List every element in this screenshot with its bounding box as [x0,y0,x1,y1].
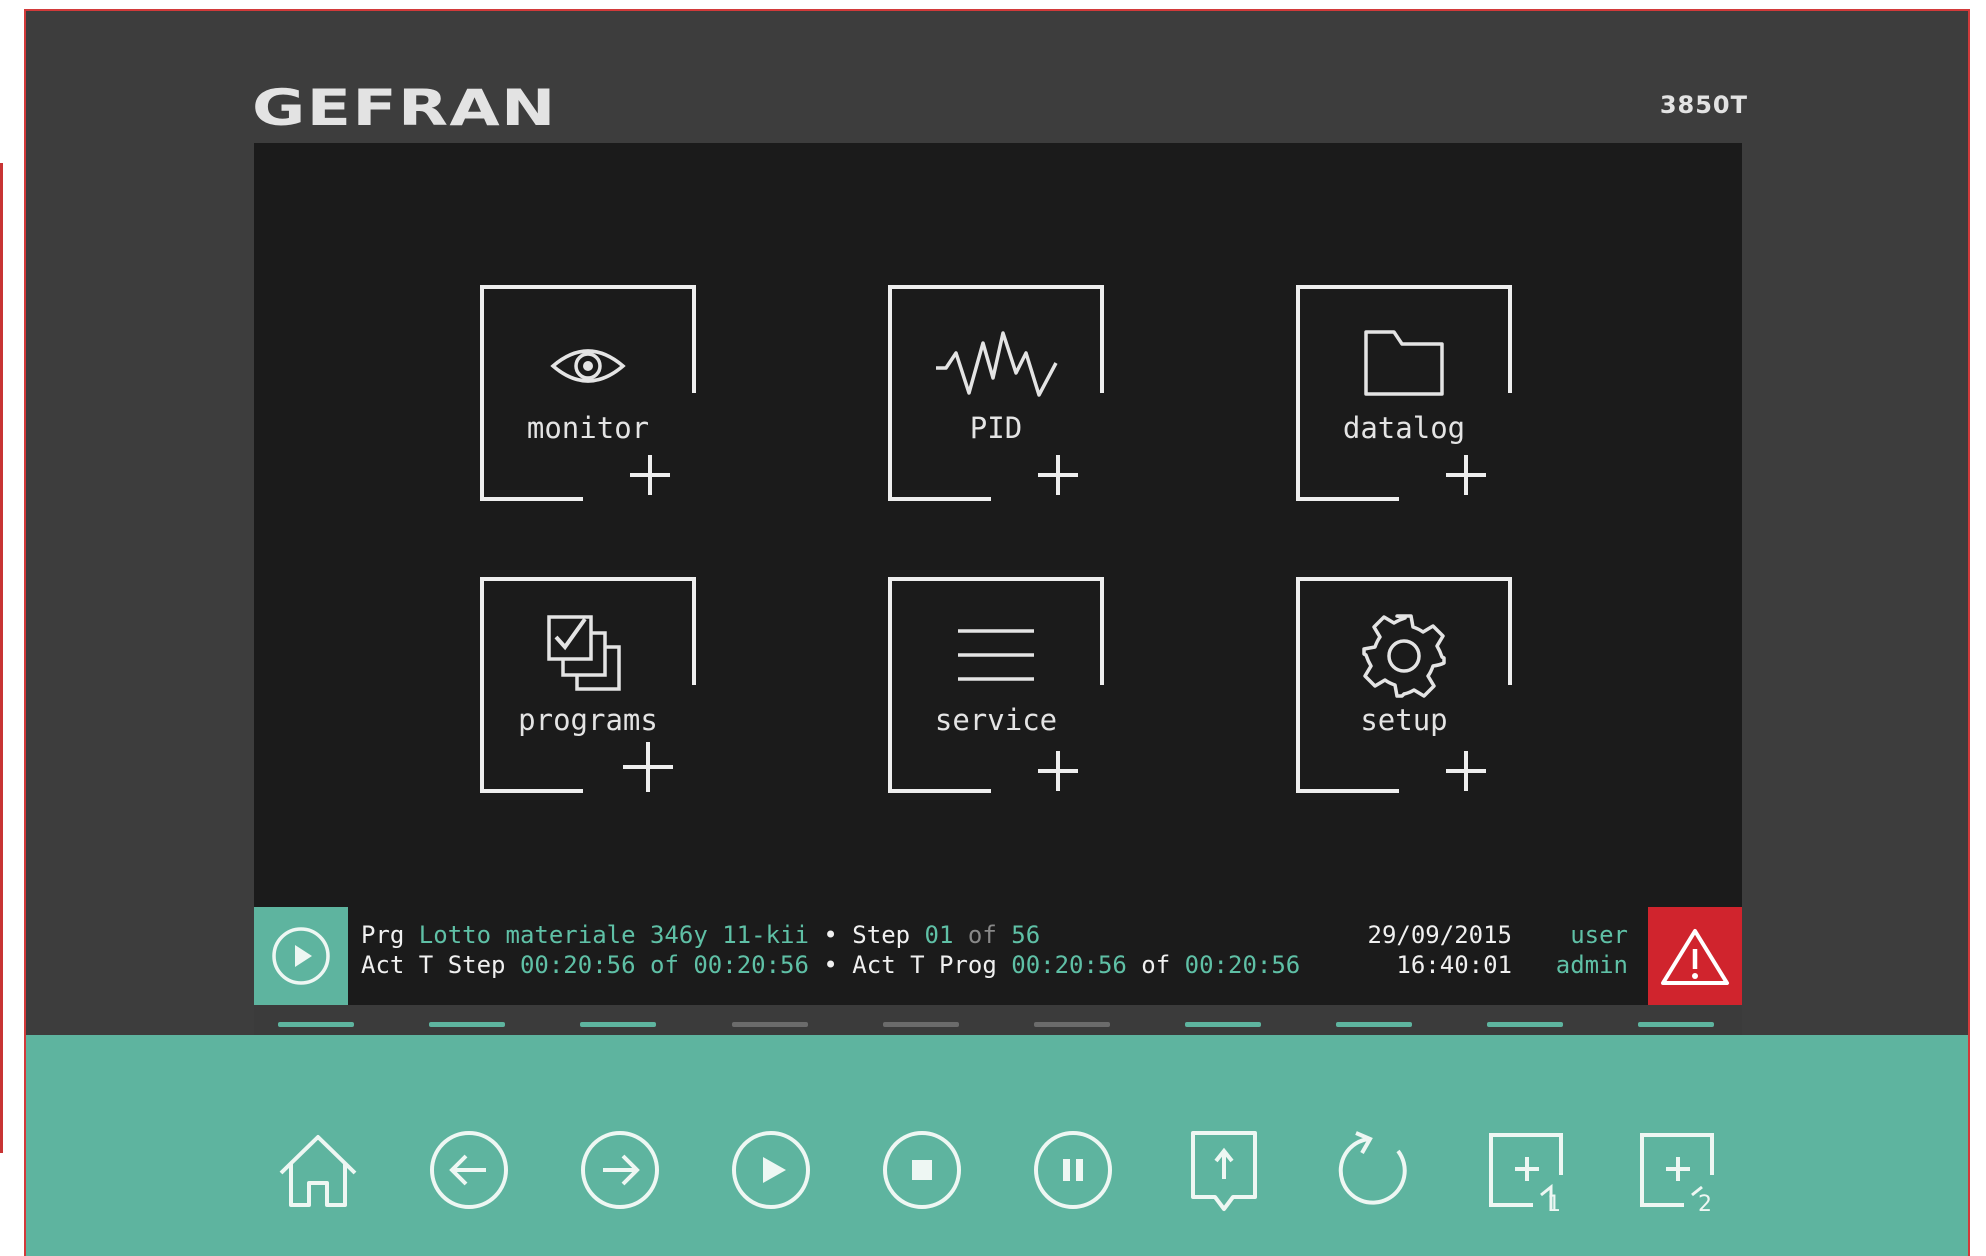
home-button[interactable] [268,1120,368,1220]
step-time-total: 00:20:56 [693,951,809,979]
tile-frame [888,577,1104,793]
step-label: Step [852,921,925,949]
add-index-2: 2 [1698,1192,1712,1215]
checked-stack-icon [547,615,621,691]
program-run-button[interactable] [254,907,348,1005]
add-1-button[interactable]: 1 [1476,1120,1576,1220]
side-rule [0,163,3,1153]
user-name: admin [1555,951,1628,979]
indicator-dash [1185,1022,1261,1027]
indicator-dash [1487,1022,1563,1027]
play-icon [732,1131,810,1209]
tile-label: setup [1360,703,1448,737]
user-label: user [1570,921,1628,949]
device-frame: GEFRAN 3850T monitor PID datalog program… [24,9,1970,1256]
tile-label: service [934,703,1058,737]
warning-icon [1661,929,1729,985]
step-time: 00:20:56 [519,951,636,979]
gear-icon [1362,614,1446,698]
pause-button[interactable] [1023,1120,1123,1220]
tile-datalog[interactable]: datalog [1294,283,1514,503]
indicator-dash [883,1022,959,1027]
time-text: 16:40:01 [1396,951,1512,979]
tile-programs[interactable]: programs [478,575,698,795]
tile-frame [480,285,696,501]
program-name: Lotto materiale 346y 11-kii [418,921,809,949]
brand-logo: GEFRAN [252,79,557,137]
back-arrow-icon [430,1131,508,1209]
forward-button[interactable] [570,1120,670,1220]
forward-arrow-icon [581,1131,659,1209]
stop-icon [883,1131,961,1209]
status-bar: Prg Lotto materiale 346y 11-kii • Step 0… [254,907,1742,1005]
restart-button[interactable] [1325,1120,1425,1220]
home-icon [279,1135,357,1207]
step-value: 01 [924,921,954,949]
step-total: 56 [1011,921,1041,949]
add-2-button[interactable]: 2 [1627,1120,1727,1220]
indicator-dash [732,1022,808,1027]
tile-label: monitor [526,411,650,445]
separator: • [808,921,853,949]
tile-service[interactable]: service [886,575,1106,795]
add-2-icon: 2 [1640,1133,1714,1215]
indicator-dash [1336,1022,1412,1027]
tile-label: PID [969,411,1023,445]
act-step-label: Act T Step [361,951,520,979]
tile-label: datalog [1342,411,1466,445]
restart-icon [1338,1131,1407,1205]
indicator-dash [1034,1022,1110,1027]
indicator-dash [278,1022,354,1027]
time-line: Act T Step 00:20:56 of 00:20:56 • Act T … [361,951,1300,979]
prog-time-total: 00:20:56 [1184,951,1301,979]
tile-label: programs [518,703,658,737]
tile-setup[interactable]: setup [1294,575,1514,795]
of-label: of [1126,951,1185,979]
model-label: 3850T [1659,91,1748,119]
folder-icon [1364,330,1444,396]
of-label: of [635,951,694,979]
of-label: of [953,921,1012,949]
play-circle-icon [272,927,330,985]
indicator-dash [580,1022,656,1027]
act-prog-label: Act T Prog [852,951,1012,979]
upload-icon [1191,1131,1257,1211]
indicator-dash [429,1022,505,1027]
list-lines-icon [958,629,1034,681]
prog-time: 00:20:56 [1011,951,1127,979]
add-index-1: 1 [1547,1192,1561,1215]
display-screen: monitor PID datalog programs service set… [254,143,1742,1045]
date-text: 29/09/2015 [1367,921,1513,949]
pause-icon [1034,1131,1112,1209]
tile-monitor[interactable]: monitor [478,283,698,503]
stop-button[interactable] [872,1120,972,1220]
back-button[interactable] [419,1120,519,1220]
play-button[interactable] [721,1120,821,1220]
eye-icon [550,349,626,383]
program-line: Prg Lotto materiale 346y 11-kii • Step 0… [361,921,1040,949]
upload-button[interactable] [1174,1120,1274,1220]
tile-pid[interactable]: PID [886,283,1106,503]
separator: • [808,951,853,979]
pulse-wave-icon [936,331,1058,397]
prg-label: Prg [361,921,419,949]
indicator-dash [1638,1022,1714,1027]
alarm-button[interactable] [1648,907,1742,1005]
add-1-icon: 1 [1489,1133,1563,1215]
button-bar: 1 2 [26,1035,1968,1256]
